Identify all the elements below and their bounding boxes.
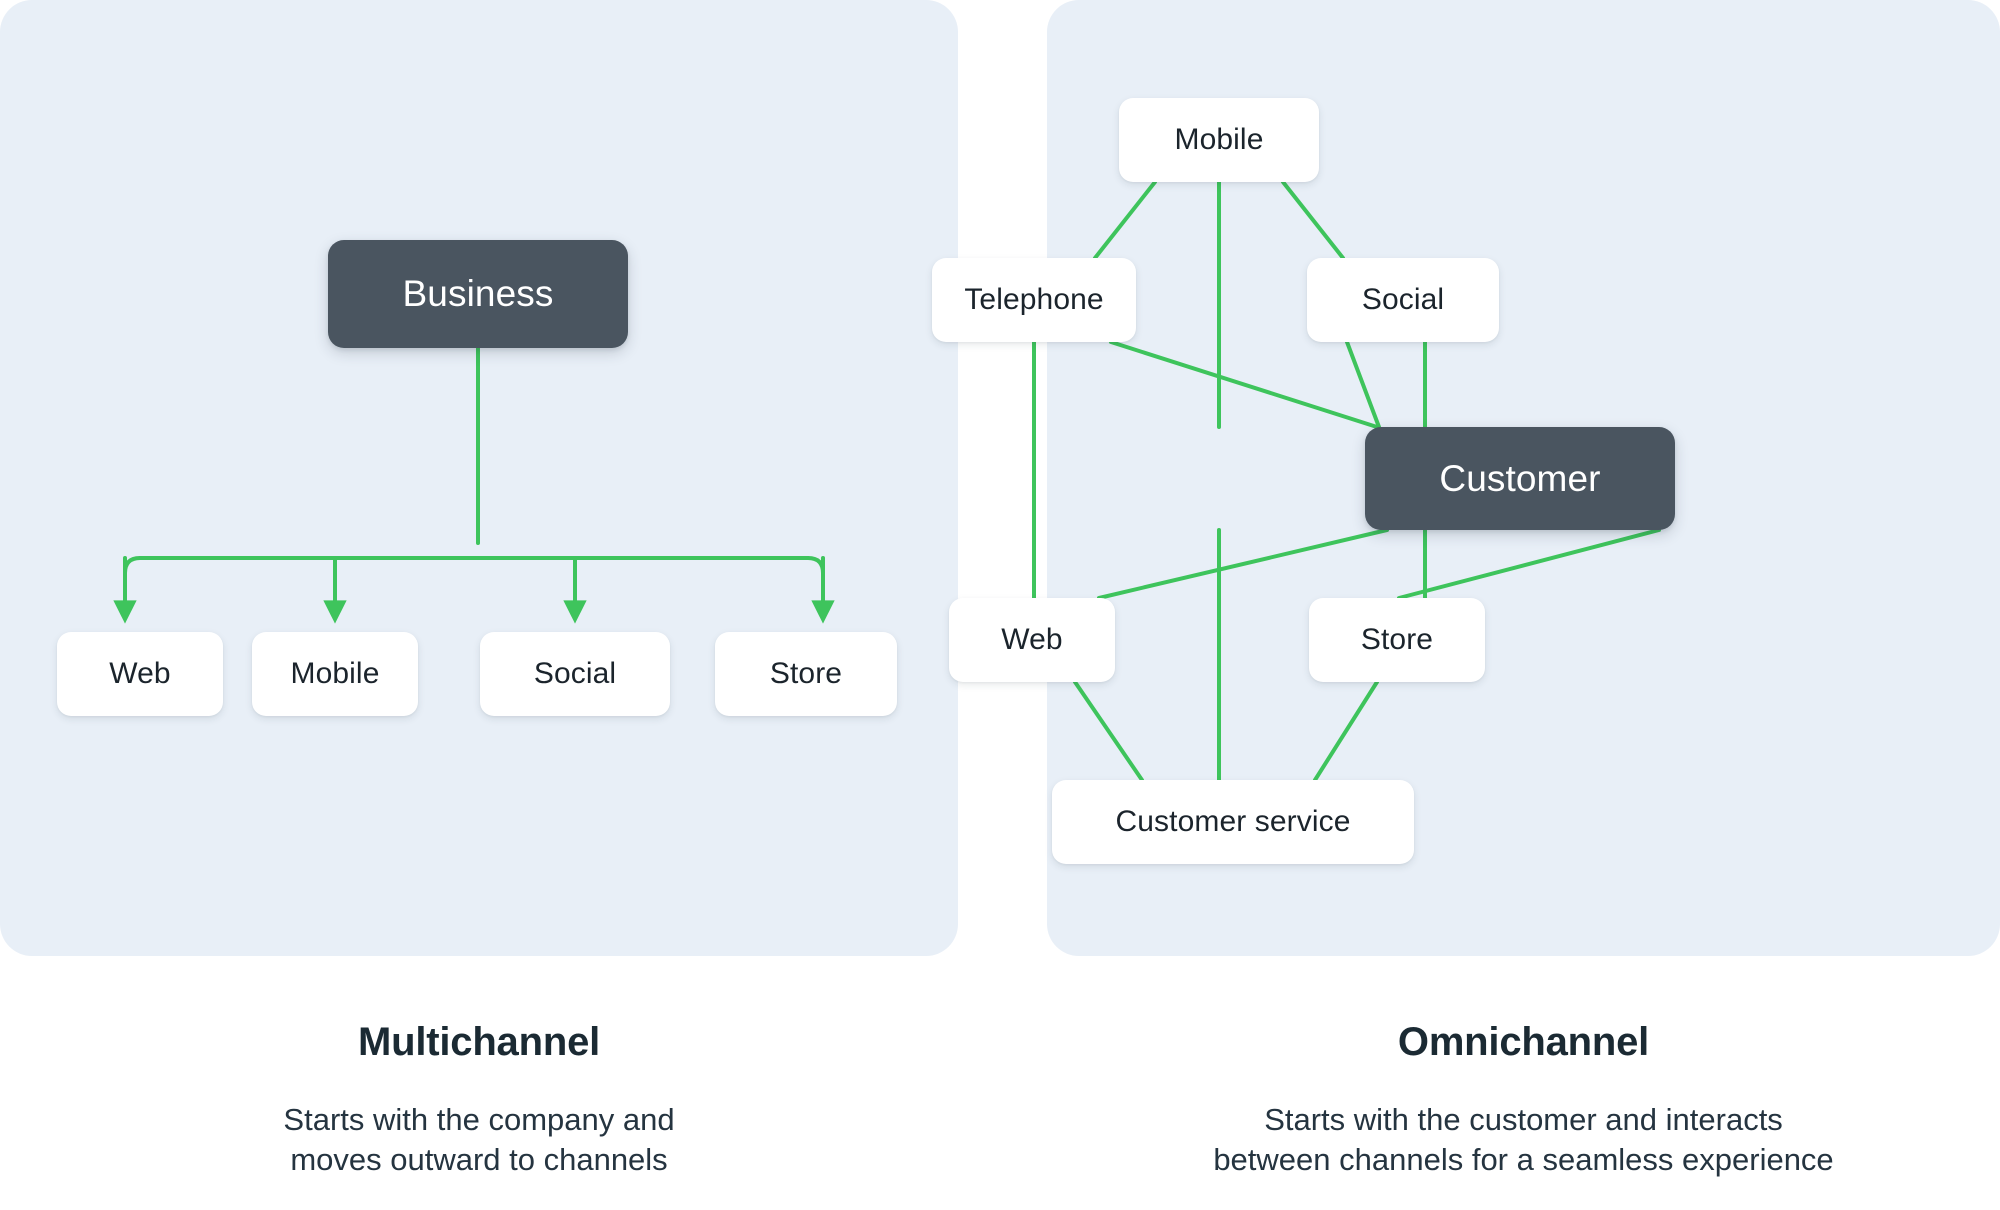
multichannel-description-line-1: Starts with the company and <box>283 1102 675 1137</box>
node-mobile-omnichannel[interactable]: Mobile <box>1119 98 1319 182</box>
node-social-label: Social <box>533 657 617 690</box>
omnichannel-title: Omnichannel <box>1397 1020 1650 1064</box>
node-store-label: Store <box>1360 623 1434 656</box>
node-customer-service-label: Customer service <box>1115 805 1351 838</box>
node-store-omnichannel[interactable]: Store <box>1309 598 1485 682</box>
omnichannel-panel: Mobile Telephone Social Customer Web Sto… <box>932 0 2000 956</box>
multichannel-description-line-2: moves outward to channels <box>290 1142 668 1178</box>
multichannel-connectors <box>113 346 835 624</box>
multichannel-description: Starts with the company and moves outwar… <box>0 1100 958 1181</box>
node-web-omnichannel[interactable]: Web <box>949 598 1115 682</box>
node-social-label: Social <box>1361 283 1445 316</box>
edge-social-customer <box>1345 340 1381 429</box>
omnichannel-description: Starts with the customer and interacts b… <box>1047 1100 2000 1181</box>
node-social-multichannel[interactable]: Social <box>480 632 670 716</box>
node-business[interactable]: Business <box>328 240 628 348</box>
node-telephone-label: Telephone <box>964 283 1104 316</box>
node-web-label: Web <box>1001 623 1063 656</box>
multichannel-caption: Multichannel Starts with the company and… <box>0 1022 958 1181</box>
edge-bus-right-elbow <box>806 556 825 592</box>
edge-customer-store <box>1397 528 1661 600</box>
node-web-label: Web <box>109 657 171 690</box>
edge-mobile-telephone <box>1093 180 1157 260</box>
node-business-label: Business <box>402 273 554 314</box>
node-store-label: Store <box>769 657 843 690</box>
node-mobile-label: Mobile <box>290 657 380 690</box>
node-web-multichannel[interactable]: Web <box>57 632 223 716</box>
diagram-stage: Business Web Mobile Social Store Mobile … <box>0 0 2000 1210</box>
edge-telephone-customer <box>1109 340 1379 429</box>
node-telephone-omnichannel[interactable]: Telephone <box>932 258 1136 342</box>
multichannel-panel: Business Web Mobile Social Store <box>0 0 958 956</box>
node-customer-service-omnichannel[interactable]: Customer service <box>1052 780 1414 864</box>
node-social-omnichannel[interactable]: Social <box>1307 258 1499 342</box>
edge-web-customerservice <box>1073 680 1144 782</box>
multichannel-title: Multichannel <box>357 1020 601 1064</box>
node-store-multichannel[interactable]: Store <box>715 632 897 716</box>
node-mobile-label: Mobile <box>1174 123 1264 156</box>
edge-store-customerservice <box>1313 680 1379 782</box>
edge-bus-left-elbow <box>123 556 142 592</box>
node-customer-label: Customer <box>1439 457 1601 499</box>
edge-customer-web <box>1097 528 1389 600</box>
node-customer[interactable]: Customer <box>1365 427 1675 530</box>
omnichannel-description-line-1: Starts with the customer and interacts <box>1264 1102 1783 1137</box>
omnichannel-description-line-2: between channels for a seamless experien… <box>1213 1142 1834 1178</box>
omnichannel-caption: Omnichannel Starts with the customer and… <box>1047 1022 2000 1181</box>
edge-mobile-social <box>1281 180 1345 260</box>
node-mobile-multichannel[interactable]: Mobile <box>252 632 418 716</box>
